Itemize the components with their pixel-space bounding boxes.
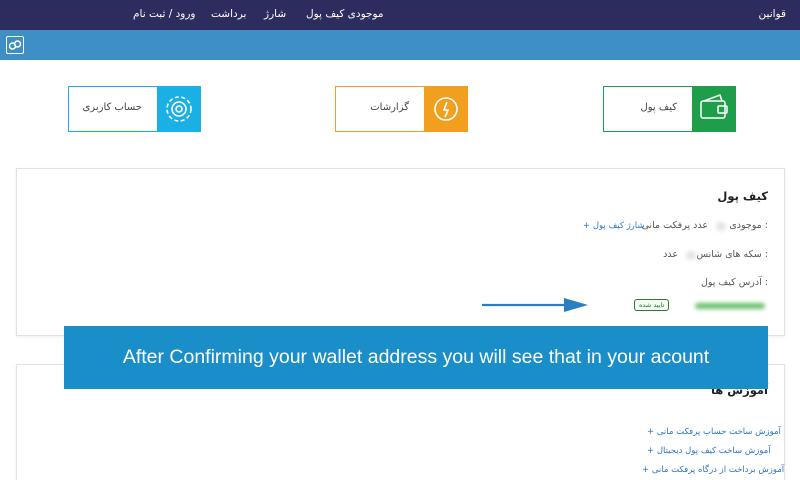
wallet-section-title: کیف پول: [717, 189, 768, 203]
lucky-coins-label: سکه های شانس :: [696, 249, 768, 260]
lucky-coins-value-redacted: [686, 251, 696, 260]
nav-login-register[interactable]: ورود / ثبت نام: [133, 8, 195, 20]
lucky-coins-unit: عدد: [663, 249, 678, 260]
nav-withdraw[interactable]: برداشت: [211, 8, 246, 20]
tutorial-link-gateway[interactable]: + آموزش برداخت از درگاه پرفکت مانی: [642, 465, 784, 475]
wallet-section: کیف پول موجودی : عدد پرفکت مانی + شارژ ک…: [16, 168, 785, 336]
wallet-tile[interactable]: کیف پول: [603, 86, 736, 132]
wallet-address-label: آدرس کیف پول :: [700, 277, 768, 288]
account-tile[interactable]: حساب کاربری: [68, 86, 201, 132]
wallet-tile-label: کیف پول: [640, 102, 677, 113]
reports-tile-label: گزارشات: [370, 102, 409, 113]
site-logo-icon[interactable]: [6, 36, 24, 54]
secondary-bar: [0, 30, 800, 60]
wallet-icon: [692, 86, 736, 132]
wallet-address-redacted: [695, 303, 765, 309]
account-tile-label: حساب کاربری: [82, 102, 142, 113]
instruction-banner: After Confirming your wallet address you…: [64, 326, 768, 389]
balance-label: موجودی :: [729, 220, 768, 231]
tutorial-link-wallet[interactable]: + آموزش ساخت کیف پول دیجیتال: [647, 446, 771, 456]
gear-icon: [157, 86, 201, 132]
reports-tile[interactable]: گزارشات: [335, 86, 468, 132]
top-nav: قوانین موجودی کیف پول شارژ برداشت ورود /…: [0, 0, 800, 30]
balance-value-redacted: [716, 222, 726, 231]
nav-charge[interactable]: شارژ: [264, 8, 286, 20]
nav-rules[interactable]: قوانین: [759, 8, 786, 20]
reports-clock-icon: [424, 86, 468, 132]
charge-wallet-link[interactable]: + شارژ کیف پول: [583, 221, 645, 231]
pointer-arrow-icon: [482, 298, 588, 312]
main-content: حساب کاربری گزارشات کیف پول کیف پول موجو…: [0, 60, 800, 480]
verified-badge: تایید شده: [634, 299, 670, 311]
balance-unit: عدد پرفکت مانی: [641, 220, 708, 231]
nav-wallet-balance[interactable]: موجودی کیف پول: [306, 8, 384, 20]
tutorial-link-account[interactable]: + آموزش ساخت حساب پرفکت مانی: [647, 427, 781, 437]
instruction-banner-text: After Confirming your wallet address you…: [122, 346, 710, 368]
